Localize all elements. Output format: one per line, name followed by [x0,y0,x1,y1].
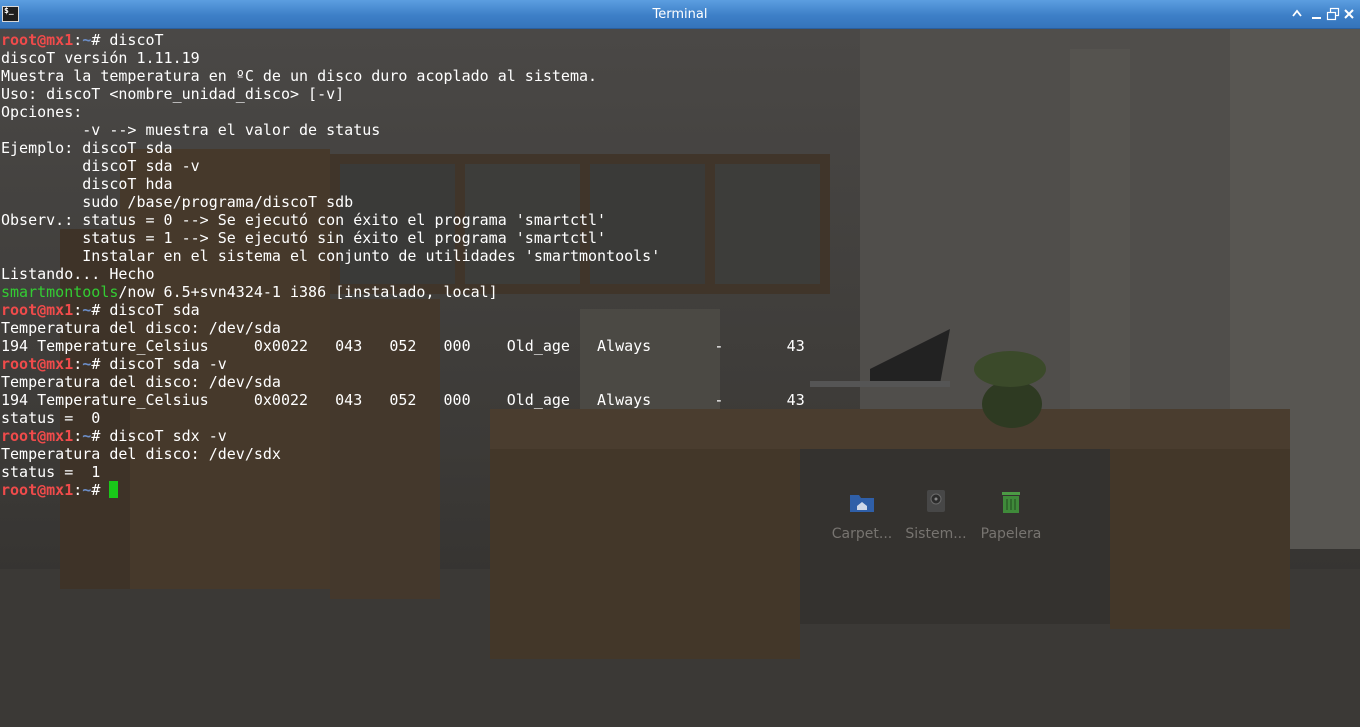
command-text: discoT sda [100,301,200,319]
trash-icon [1002,492,1020,513]
minimize-button[interactable] [1310,7,1324,21]
prompt-symbol: # [91,355,101,373]
output-text: Uso: discoT <nombre_unidad_disco> [-v] [1,85,345,103]
prompt-line: root@mx1:~# discoT [1,31,805,49]
output-text: status = 0 [1,409,101,427]
desktop-icon-home-folder[interactable]: Carpet... [826,487,898,542]
prompt-symbol: # [91,427,101,445]
command-text [100,481,109,499]
package-name: smartmontools [1,283,119,301]
output-text: Temperatura del disco: /dev/sda [1,319,281,337]
prompt-symbol: # [91,301,101,319]
prompt-path: ~ [82,301,92,319]
output-line: 194 Temperature_Celsius 0x0022 043 052 0… [1,391,805,409]
prompt-symbol: # [91,31,101,49]
prompt-user: root@mx1 [1,481,74,499]
output-text: Muestra la temperatura en ºC de un disco… [1,67,598,85]
output-line: Temperatura del disco: /dev/sda [1,373,805,391]
prompt-separator: : [73,301,83,319]
output-line: status = 1 --> Se ejecutó sin éxito el p… [1,229,805,247]
output-line: discoT hda [1,175,805,193]
output-line: sudo /base/programa/discoT sdb [1,193,805,211]
output-text: 194 Temperature_Celsius 0x0022 043 052 0… [1,337,805,355]
terminal-cursor [109,481,119,498]
prompt-line: root@mx1:~# discoT sda -v [1,355,805,373]
output-line: Listando... Hecho [1,265,805,283]
output-text: Observ.: status = 0 --> Se ejecutó con é… [1,211,607,229]
output-line: discoT sda -v [1,157,805,175]
output-line: Instalar en el sistema el conjunto de ut… [1,247,805,265]
prompt-separator: : [73,355,83,373]
output-line: Observ.: status = 0 --> Se ejecutó con é… [1,211,805,229]
output-line: smartmontools/now 6.5+svn4324-1 i386 [in… [1,283,805,301]
desktop-icon-label: Papelera [980,526,1042,542]
output-line: discoT versión 1.11.19 [1,49,805,67]
terminal-window: $_ Terminal root@mx1:~# discoT discoT ver… [0,0,1360,727]
output-line: Temperatura del disco: /dev/sda [1,319,805,337]
output-text: status = 1 --> Se ejecutó sin éxito el p… [1,229,607,247]
prompt-symbol: # [91,481,101,499]
output-line: Uso: discoT <nombre_unidad_disco> [-v] [1,85,805,103]
prompt-path: ~ [82,31,92,49]
output-line: status = 1 [1,463,805,481]
prompt-separator: : [73,31,83,49]
prompt-user: root@mx1 [1,301,74,319]
output-line: Ejemplo: discoT sda [1,139,805,157]
close-button[interactable] [1342,7,1356,21]
output-line: Temperatura del disco: /dev/sdx [1,445,805,463]
prompt-path: ~ [82,427,92,445]
command-text: discoT sdx -v [100,427,227,445]
prompt-user: root@mx1 [1,427,74,445]
desktop-icon-trash[interactable]: Papelera [975,487,1047,542]
prompt-line: root@mx1:~# discoT sda [1,301,805,319]
output-text: Temperatura del disco: /dev/sda [1,373,281,391]
drive-icon [927,490,945,512]
output-line: status = 0 [1,409,805,427]
command-text: discoT sda -v [100,355,227,373]
desktop-icon-label: Carpet... [831,526,893,542]
prompt-path: ~ [82,355,92,373]
package-details: /now 6.5+svn4324-1 i386 [instalado, loca… [118,283,498,301]
desktop-icon-system[interactable]: Sistem... [900,487,972,542]
output-text: Ejemplo: discoT sda [1,139,173,157]
terminal-output[interactable]: root@mx1:~# discoT discoT versión 1.11.19… [1,31,805,499]
prompt-line: root@mx1:~# [1,481,805,499]
output-text: Listando... Hecho [1,265,155,283]
output-text: Instalar en el sistema el conjunto de ut… [1,247,661,265]
output-line: Muestra la temperatura en ºC de un disco… [1,67,805,85]
window-title: Terminal [652,7,708,22]
keep-above-button[interactable] [1290,7,1304,21]
output-text: Opciones: [1,103,83,121]
output-text: -v --> muestra el valor de status [1,121,381,139]
prompt-separator: : [73,481,83,499]
prompt-user: root@mx1 [1,31,74,49]
prompt-separator: : [73,427,83,445]
output-text: sudo /base/programa/discoT sdb [1,193,354,211]
output-text: discoT sda -v [1,157,200,175]
output-line: Opciones: [1,103,805,121]
output-text: status = 1 [1,463,101,481]
home-folder-icon [850,495,874,512]
output-text: discoT versión 1.11.19 [1,49,200,67]
output-text: discoT hda [1,175,173,193]
output-line: -v --> muestra el valor de status [1,121,805,139]
desktop-icon-label: Sistem... [905,526,967,542]
prompt-line: root@mx1:~# discoT sdx -v [1,427,805,445]
command-text: discoT [100,31,164,49]
prompt-user: root@mx1 [1,355,74,373]
output-text: 194 Temperature_Celsius 0x0022 043 052 0… [1,391,805,409]
prompt-path: ~ [82,481,92,499]
output-text: Temperatura del disco: /dev/sdx [1,445,281,463]
maximize-button[interactable] [1326,7,1340,21]
title-bar[interactable]: $_ Terminal [0,0,1360,29]
output-line: 194 Temperature_Celsius 0x0022 043 052 0… [1,337,805,355]
